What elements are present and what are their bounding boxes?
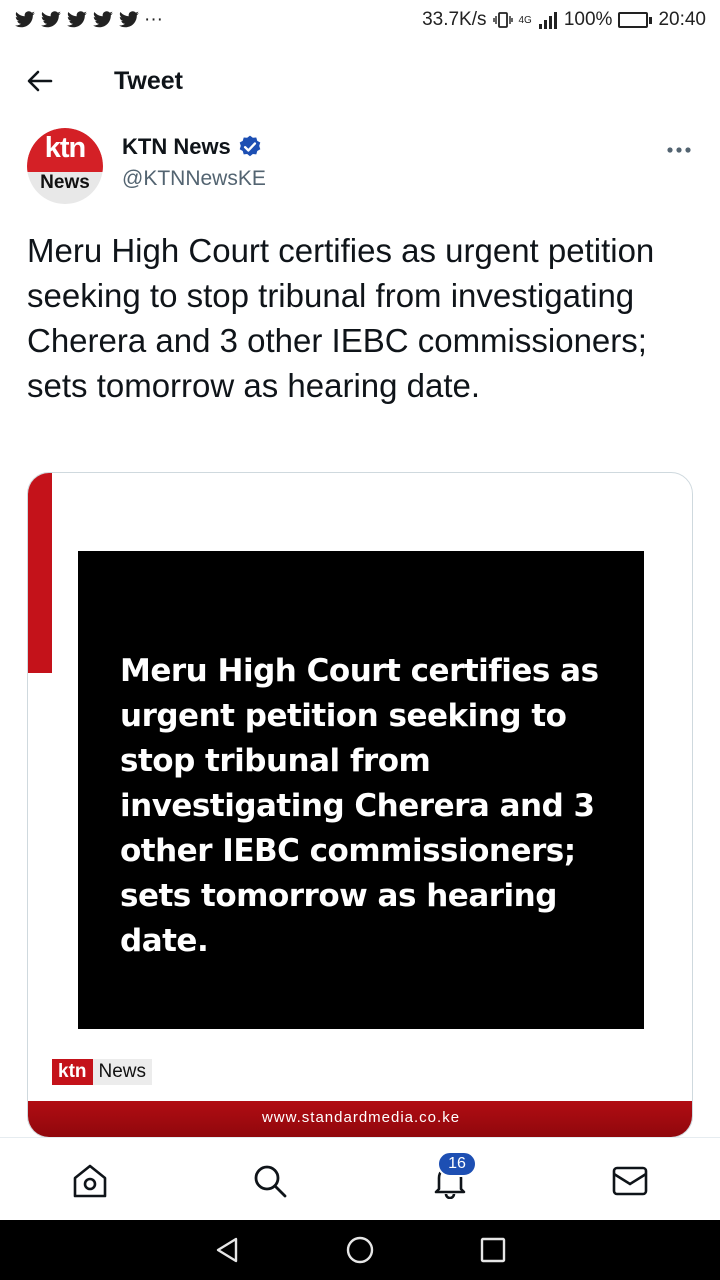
home-circle-icon xyxy=(346,1236,374,1264)
tweet-header: Tweet xyxy=(0,40,720,122)
more-options-button[interactable] xyxy=(656,132,702,168)
status-bar: ··· 33.7K/s 4G 100% 20:40 xyxy=(0,0,720,40)
bottom-nav xyxy=(0,1137,720,1220)
nav-home[interactable] xyxy=(60,1156,120,1206)
notification-icons: ··· xyxy=(14,9,163,31)
net-speed: 33.7K/s xyxy=(422,9,487,30)
twitter-icon xyxy=(15,11,35,28)
twitter-icon xyxy=(67,11,87,28)
notification-badge: 16 xyxy=(437,1151,477,1177)
battery-percent: 100% xyxy=(563,9,613,30)
back-button[interactable] xyxy=(0,51,80,111)
tweet-media[interactable]: Meru High Court certifies as urgent peti… xyxy=(27,472,693,1138)
nav-messages[interactable] xyxy=(600,1156,660,1206)
search-icon xyxy=(254,1165,287,1198)
back-icon xyxy=(216,1237,238,1263)
verified-badge-icon xyxy=(239,135,261,157)
twitter-icon xyxy=(41,11,61,28)
media-headline: Meru High Court certifies as urgent peti… xyxy=(120,653,599,959)
back-arrow-icon xyxy=(27,70,53,92)
twitter-icon xyxy=(119,11,139,28)
clock: 20:40 xyxy=(658,9,706,30)
author-name[interactable]: KTN News xyxy=(122,134,263,160)
headline-box: Meru High Court certifies as urgent peti… xyxy=(78,551,644,1029)
system-nav-bar xyxy=(0,1220,720,1280)
media-footer-url: www.standardmedia.co.ke xyxy=(28,1101,692,1137)
avatar-news-text: News xyxy=(40,172,90,193)
network-type: 4G xyxy=(518,14,532,26)
red-accent-bar xyxy=(28,473,52,673)
ktn-news-logo: ktn News xyxy=(52,1059,153,1085)
avatar[interactable]: ktn News xyxy=(27,128,103,204)
system-recents-button[interactable] xyxy=(473,1232,513,1268)
battery-icon xyxy=(618,12,653,28)
home-icon xyxy=(73,1164,107,1198)
system-home-button[interactable] xyxy=(340,1232,380,1268)
twitter-icon xyxy=(93,11,113,28)
status-right: 33.7K/s 4G 100% 20:40 xyxy=(422,9,706,31)
page-title: Tweet xyxy=(114,66,183,95)
messages-icon xyxy=(612,1166,648,1196)
signal-icon xyxy=(538,12,557,29)
recents-icon xyxy=(480,1237,506,1263)
tweet-text: Meru High Court certifies as urgent peti… xyxy=(27,232,655,404)
more-notifications-indicator: ··· xyxy=(144,9,163,30)
author-name-text: KTN News xyxy=(122,134,231,159)
logo-news: News xyxy=(92,1059,153,1085)
tweet-author: ktn News KTN News @KTNNewsKE xyxy=(0,122,720,212)
system-back-button[interactable] xyxy=(207,1232,247,1268)
vibrate-icon xyxy=(492,12,513,28)
nav-search[interactable] xyxy=(240,1156,300,1206)
avatar-ktn-text: ktn xyxy=(44,132,87,164)
more-icon xyxy=(667,147,691,153)
logo-ktn: ktn xyxy=(52,1059,93,1085)
author-handle[interactable]: @KTNNewsKE xyxy=(122,167,266,191)
